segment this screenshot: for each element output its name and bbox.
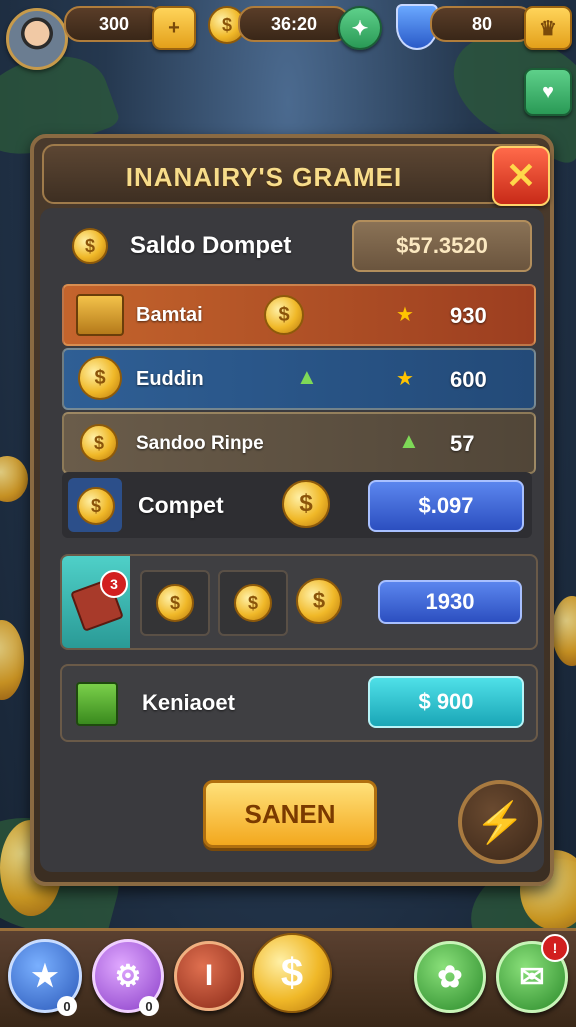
bundle-button-label: 1930 [425,589,475,614]
list-item-label: Sandoo Rinpe [136,433,264,454]
list-item[interactable]: Bamtai $ ★ 930 [62,284,536,346]
plus-icon: + [168,16,180,39]
coin-icon: $ [72,228,108,264]
crown-icon: ♛ [539,17,557,40]
envelope-icon: ✉ [519,960,545,994]
coin-icon: $ [296,578,342,624]
list-item[interactable]: $ Sandoo Rinpe ▲ 57 [62,412,536,474]
balance-label: Saldo Dompet [130,232,292,259]
boost-button[interactable]: ⚡ [458,780,542,864]
save-button-label: SANEN [244,798,336,829]
bundle-card: 3 $ $ $ 1930 [60,554,538,650]
list-item-label: Bamtai [136,304,203,326]
shield-counter: 80 [430,6,534,42]
gear-icon: ⚙ [114,959,142,993]
bundle-button[interactable]: 1930 [378,580,522,624]
list-item[interactable]: $ Euddin ▲ ★ 600 [62,348,536,410]
background-coin [0,620,24,700]
compet-row: $ Compet $ $.097 [62,472,532,538]
shield-value: 80 [471,13,493,34]
coin-icon: $ [264,295,304,335]
puzzle-icon: ✿ [437,960,463,994]
list-item-value: 57 [450,431,475,456]
coin-icon: $ [234,584,272,622]
treasure-chest-icon [76,294,124,336]
top-hud: 300 + $ 36:20 ✦ 80 ♛ ♥ [0,4,576,116]
player-avatar[interactable] [6,8,68,70]
gem-button[interactable]: ♥ [524,68,572,116]
close-button[interactable]: ✕ [492,146,550,206]
balance-value-box: $57.3520 [352,220,532,272]
gold-value: 300 [98,13,130,34]
mail-nav-button[interactable]: ✉ ! [496,934,569,1013]
panel-title: INANAIRY'S GRAMEI [125,162,403,192]
bundle-icon-tile: 3 [62,556,130,648]
compet-label: Compet [138,492,224,518]
settings-count: 0 [139,996,159,1016]
star-icon: ★ [396,304,414,326]
settings-nav-button[interactable]: ⚙ 0 [92,939,164,1016]
coin-stack-icon: $ [78,356,122,400]
puzzle-nav-button[interactable]: ✿ [414,941,486,1013]
green-box-icon [76,682,118,726]
up-arrow-icon: ▲ [296,364,318,389]
up-arrow-icon: ▲ [398,428,420,453]
coin-icon: $ [77,487,115,525]
bundle-slot: $ [140,570,210,636]
star-icon: ★ [31,959,59,993]
gem-heart-icon: ♥ [542,80,554,103]
kenia-label: Keniaoet [142,690,235,715]
star-icon: ★ [396,368,414,390]
bundle-slot: $ [218,570,288,636]
crown-button[interactable]: ♛ [524,6,572,50]
add-coins-button[interactable]: ✦ [338,6,382,50]
notification-badge: 3 [100,570,128,598]
lightning-icon: ⚡ [475,800,525,845]
compet-button[interactable]: $.097 [368,480,524,532]
info-icon: I [204,959,214,992]
compet-button-label: $.097 [418,493,474,518]
panel-body: $ Saldo Dompet $57.3520 Bamtai $ ★ 930 $… [40,208,544,872]
sparkle-icon: ✦ [351,17,369,40]
bottom-nav: ★ 0 ⚙ 0 I $ ✿ ✉ ! [0,928,576,1027]
coin-icon: $ [80,424,118,462]
kenia-button-label: $ 900 [418,689,474,714]
save-button[interactable]: SANEN [203,780,377,848]
gold-counter: 300 [64,6,164,42]
coin-icon: $ [282,480,330,528]
close-icon: ✕ [505,155,537,196]
wallet-panel: INANAIRY'S GRAMEI ✕ $ Saldo Dompet $57.3… [30,134,554,886]
background-coin [0,456,28,502]
list-item-value: 600 [450,367,487,392]
coin-icon: $ [156,584,194,622]
background-coin [552,596,576,666]
add-gold-button[interactable]: + [152,6,196,50]
panel-header: INANAIRY'S GRAMEI ✕ [42,144,550,206]
list-item-value: 930 [450,303,487,328]
kenia-button[interactable]: $ 900 [368,676,524,728]
shop-nav-button[interactable]: $ [252,933,332,1013]
star-count: 0 [57,996,77,1016]
compet-icon-tile: $ [68,478,122,532]
kenia-card: Keniaoet $ 900 [60,664,538,742]
star-nav-button[interactable]: ★ 0 [8,939,82,1016]
list-item-label: Euddin [136,368,204,390]
balance-value: $57.3520 [396,233,488,258]
coins-counter: 36:20 [238,6,350,42]
notification-badge: ! [541,934,569,962]
coins-value: 36:20 [270,13,318,34]
info-nav-button[interactable]: I [174,941,244,1011]
